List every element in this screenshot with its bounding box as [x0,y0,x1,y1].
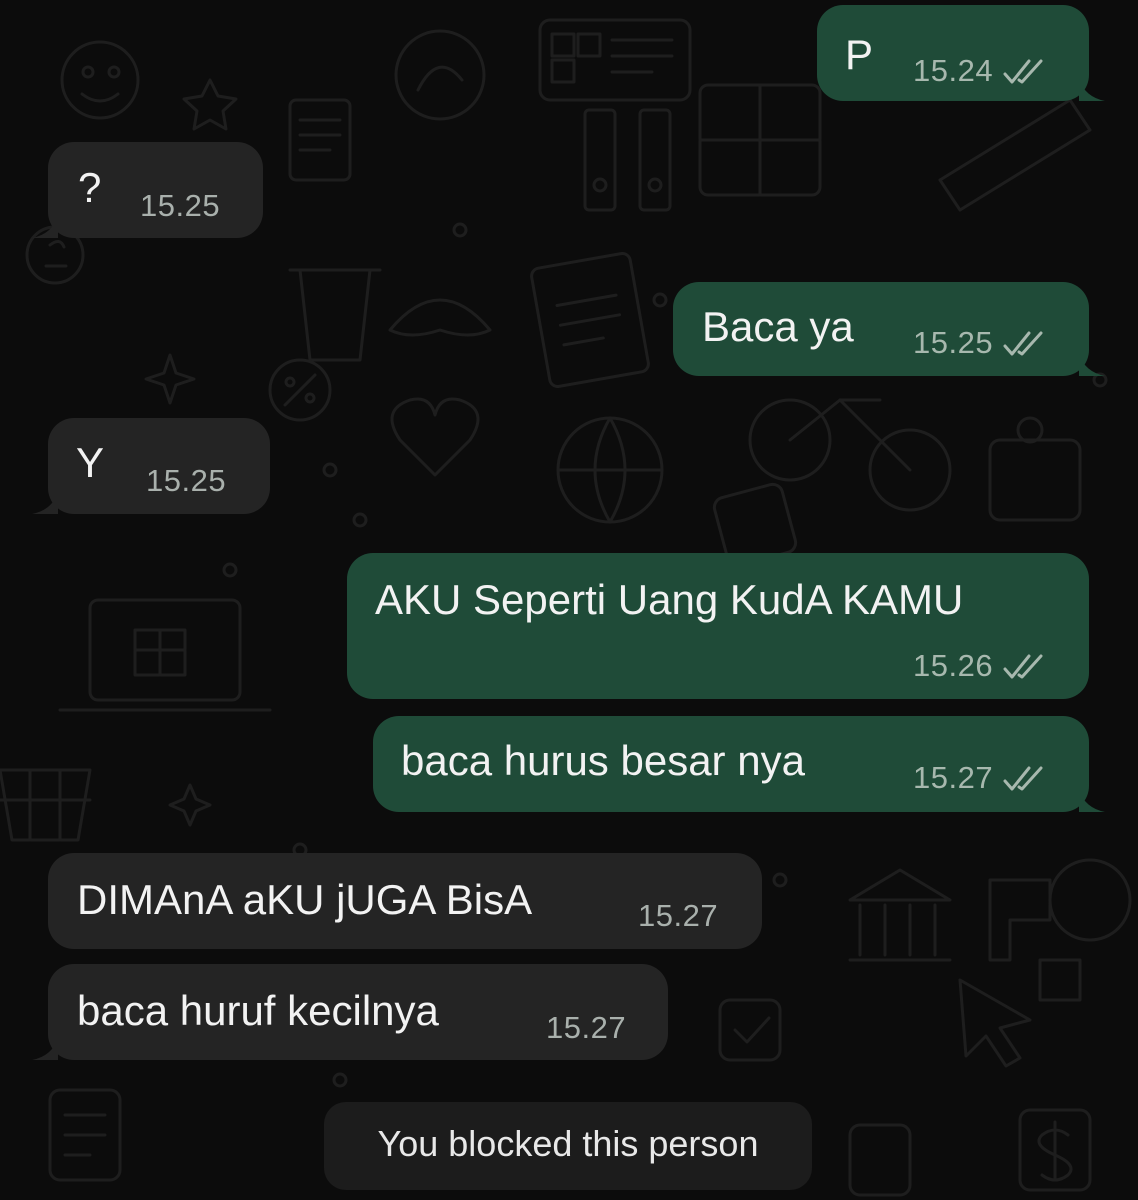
message-time: 15.24 [913,53,994,88]
incoming-message-bubble[interactable]: DIMAnA aKU jUGA BisA 15.27 [48,853,762,949]
message-time: 15.25 [913,325,994,360]
incoming-message-bubble[interactable]: ? 15.25 [32,142,263,238]
message-text: AKU Seperti Uang KudA KAMU [375,576,964,623]
blocked-contact-notice[interactable]: You blocked this person [324,1102,812,1190]
message-text: Y [76,439,105,486]
bubble-tail [1079,354,1105,376]
blocked-notice-text: You blocked this person [377,1123,759,1164]
message-text: P [845,31,874,78]
double-check-icon [1003,766,1043,791]
outgoing-message-bubble[interactable]: AKU Seperti Uang KudA KAMU 15.26 [347,553,1089,699]
incoming-message-bubble[interactable]: Y 15.25 [32,418,270,514]
outgoing-message-bubble[interactable]: P 15.24 [817,5,1105,101]
message-time: 15.27 [638,898,719,933]
incoming-message-bubble[interactable]: baca huruf kecilnya 15.27 [32,964,668,1060]
bubble-tail [1079,79,1105,101]
message-time: 15.25 [146,463,227,498]
double-check-icon [1003,654,1043,679]
double-check-icon [1003,331,1043,356]
message-time: 15.26 [913,648,994,683]
message-text: Baca ya [702,303,854,350]
message-text: baca huruf kecilnya [77,987,439,1034]
outgoing-message-bubble[interactable]: Baca ya 15.25 [673,282,1105,376]
bubble-tail [32,1038,58,1060]
message-text: baca hurus besar nya [401,737,805,784]
message-time: 15.27 [913,760,994,795]
message-time: 15.25 [140,188,221,223]
message-time: 15.27 [546,1010,627,1045]
bubble-tail [32,216,58,238]
message-text: ? [78,164,102,211]
outgoing-message-bubble[interactable]: baca hurus besar nya 15.27 [373,716,1105,812]
bubble-tail [32,492,58,514]
message-text: DIMAnA aKU jUGA BisA [77,876,533,923]
double-check-icon [1003,59,1043,84]
bubble-tail [1079,790,1105,812]
